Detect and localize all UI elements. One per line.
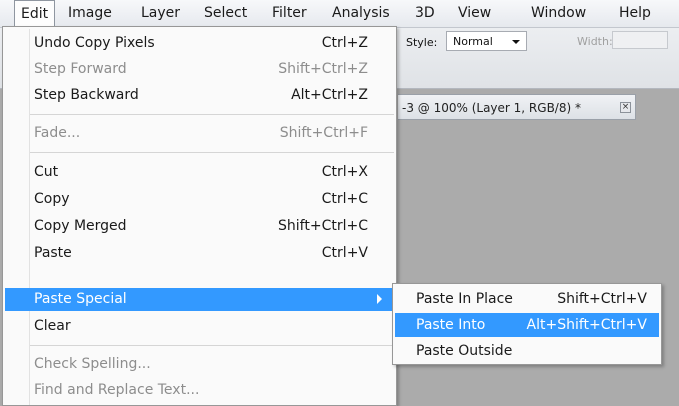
menu-3d[interactable]: 3D — [415, 0, 435, 27]
submenu-item-paste-outside[interactable]: Paste Outside — [393, 339, 661, 363]
submenu-item-paste-into[interactable]: Paste Into Alt+Shift+Ctrl+V — [395, 313, 659, 337]
menu-bar: Edit Image Layer Select Filter Analysis … — [0, 0, 679, 28]
menu-item-clear[interactable]: Clear — [3, 315, 396, 337]
submenu-item-label: Paste In Place — [416, 291, 513, 307]
menu-select[interactable]: Select — [204, 0, 247, 27]
menu-item-shortcut: Ctrl+V — [321, 245, 368, 261]
document-tab-title: -3 @ 100% (Layer 1, RGB/8) * — [402, 101, 581, 115]
menu-view[interactable]: View — [458, 0, 491, 27]
style-dropdown[interactable]: Normal — [446, 31, 527, 51]
menu-item-step-forward: Step Forward Shift+Ctrl+Z — [3, 58, 396, 80]
menu-item-shortcut: Ctrl+X — [321, 164, 368, 180]
width-label: Width: — [577, 35, 613, 48]
menu-separator — [30, 152, 394, 153]
menu-item-shortcut: Ctrl+Z — [321, 35, 368, 51]
menu-item-shortcut: Alt+Ctrl+Z — [291, 87, 368, 103]
style-dropdown-value: Normal — [453, 35, 493, 48]
menu-help[interactable]: Help — [619, 0, 651, 27]
menu-item-label: Cut — [34, 164, 59, 180]
menu-item-copy-merged[interactable]: Copy Merged Shift+Ctrl+C — [3, 215, 396, 237]
menu-item-fade: Fade... Shift+Ctrl+F — [3, 122, 396, 144]
submenu-item-shortcut: Shift+Ctrl+V — [557, 291, 647, 307]
menu-layer[interactable]: Layer — [141, 0, 180, 27]
style-label: Style: — [406, 36, 438, 49]
menu-separator — [30, 114, 394, 115]
submenu-item-shortcut: Alt+Shift+Ctrl+V — [526, 317, 647, 333]
menu-window[interactable]: Window — [531, 0, 586, 27]
menu-item-paste-special[interactable]: Paste Special — [5, 288, 394, 311]
menu-item-label: Copy — [34, 191, 70, 207]
menu-item-step-backward[interactable]: Step Backward Alt+Ctrl+Z — [3, 84, 396, 106]
menu-analysis[interactable]: Analysis — [332, 0, 390, 27]
menu-item-shortcut: Shift+Ctrl+Z — [278, 61, 368, 77]
menu-image[interactable]: Image — [68, 0, 112, 27]
paste-special-submenu: Paste In Place Shift+Ctrl+V Paste Into A… — [392, 283, 662, 365]
close-icon[interactable]: × — [620, 102, 631, 113]
menu-item-label: Copy Merged — [34, 218, 127, 234]
menu-item-find-replace-text: Find and Replace Text... — [3, 379, 396, 401]
submenu-item-label: Paste Outside — [416, 343, 513, 359]
menu-item-label: Paste Special — [34, 291, 127, 307]
submenu-item-label: Paste Into — [416, 317, 486, 333]
menu-item-label: Step Forward — [34, 61, 127, 77]
menu-item-paste[interactable]: Paste Ctrl+V — [3, 242, 396, 264]
menu-item-label: Paste — [34, 245, 72, 261]
menu-filter[interactable]: Filter — [272, 0, 307, 27]
chevron-down-icon — [512, 40, 520, 44]
submenu-item-paste-in-place[interactable]: Paste In Place Shift+Ctrl+V — [393, 287, 661, 311]
menu-item-label: Clear — [34, 318, 71, 334]
width-input[interactable] — [612, 31, 668, 49]
edit-menu: Undo Copy Pixels Ctrl+Z Step Forward Shi… — [2, 26, 397, 406]
submenu-arrow-icon — [377, 294, 382, 304]
menu-item-shortcut: Shift+Ctrl+F — [279, 125, 368, 141]
menu-item-shortcut: Shift+Ctrl+C — [278, 218, 368, 234]
menu-edit[interactable]: Edit — [14, 0, 55, 26]
menu-item-cut[interactable]: Cut Ctrl+X — [3, 161, 396, 183]
menu-item-label: Undo Copy Pixels — [34, 35, 155, 51]
document-tab[interactable]: -3 @ 100% (Layer 1, RGB/8) * × — [398, 94, 636, 120]
menu-item-label: Fade... — [34, 125, 81, 141]
menu-item-undo-copy-pixels[interactable]: Undo Copy Pixels Ctrl+Z — [3, 32, 396, 54]
menu-item-label: Check Spelling... — [34, 356, 151, 372]
menu-item-label: Find and Replace Text... — [34, 382, 200, 398]
menu-item-shortcut: Ctrl+C — [321, 191, 368, 207]
menu-item-label: Step Backward — [34, 87, 139, 103]
menu-item-check-spelling: Check Spelling... — [3, 353, 396, 375]
menu-item-copy[interactable]: Copy Ctrl+C — [3, 188, 396, 210]
menu-separator — [30, 345, 394, 346]
